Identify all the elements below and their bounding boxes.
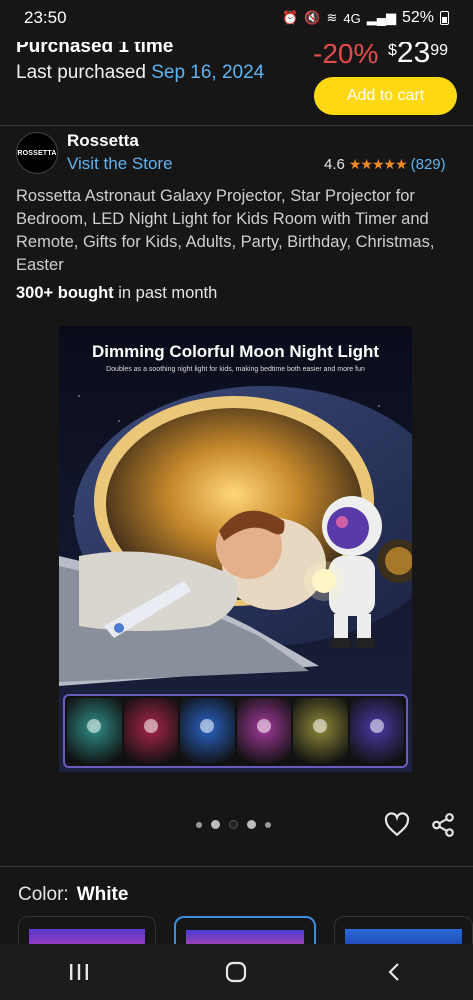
bought-count: 300+ bought in past month bbox=[16, 284, 217, 303]
rating-count: (829) bbox=[410, 156, 446, 173]
visit-store-link[interactable]: Visit the Store bbox=[67, 154, 173, 174]
status-icons: ⏰ 🔇 ≋ 4G ▂▄▆ 52% bbox=[282, 9, 449, 27]
price: $2399 bbox=[388, 36, 449, 70]
wifi-icon: ≋ bbox=[326, 10, 338, 25]
color-selector: Color: White bbox=[18, 884, 128, 906]
seller-logo[interactable]: ROSSETTA bbox=[16, 132, 58, 174]
home-icon bbox=[226, 961, 247, 983]
price-fraction: 99 bbox=[430, 42, 449, 59]
star-rating-icon: ★★★★★ bbox=[348, 156, 408, 172]
last-purchased: Last purchased Sep 16, 2024 bbox=[16, 62, 264, 84]
color-mode-thumb bbox=[123, 698, 178, 764]
last-purchased-label: Last purchased bbox=[16, 62, 146, 83]
signal-icon: ▂▄▆ bbox=[366, 10, 396, 25]
purchased-times: Purchased 1 time bbox=[16, 36, 174, 57]
carousel-dot[interactable] bbox=[196, 821, 202, 828]
carousel-dot[interactable] bbox=[229, 820, 238, 829]
back-button[interactable] bbox=[374, 952, 414, 992]
battery-icon bbox=[440, 11, 449, 25]
status-bar: 23:50 ⏰ 🔇 ≋ 4G ▂▄▆ 52% bbox=[0, 0, 473, 36]
image-title: Dimming Colorful Moon Night Light bbox=[91, 342, 380, 361]
back-icon bbox=[388, 963, 399, 981]
bought-count-bold: 300+ bought bbox=[16, 284, 114, 302]
battery-label: 52% bbox=[401, 9, 434, 26]
color-mode-strip bbox=[63, 694, 408, 768]
image-subtitle: Doubles as a soothing night light for ki… bbox=[106, 366, 365, 373]
last-purchased-date[interactable]: Sep 16, 2024 bbox=[151, 62, 264, 83]
price-whole: 23 bbox=[396, 36, 431, 69]
rating-value: 4.6 bbox=[324, 156, 345, 173]
divider bbox=[0, 125, 473, 126]
color-mode-thumb bbox=[349, 698, 404, 764]
mute-icon: 🔇 bbox=[304, 10, 321, 25]
carousel-dots[interactable] bbox=[196, 820, 271, 829]
discount-label: -20% bbox=[313, 38, 379, 69]
divider bbox=[0, 866, 473, 867]
seller-logo-text: ROSSETTA bbox=[17, 149, 57, 157]
home-button[interactable] bbox=[216, 952, 256, 992]
color-mode-thumb bbox=[236, 698, 291, 764]
heart-icon[interactable] bbox=[384, 812, 410, 838]
carousel-dot[interactable] bbox=[211, 820, 220, 829]
recents-icon bbox=[69, 964, 88, 980]
color-value: White bbox=[76, 884, 129, 905]
recents-button[interactable] bbox=[59, 952, 99, 992]
status-time: 23:50 bbox=[24, 8, 67, 27]
color-mode-thumb bbox=[293, 698, 348, 764]
add-to-cart-button[interactable]: Add to cart bbox=[314, 77, 457, 115]
system-nav-bar bbox=[0, 944, 473, 1000]
purchase-strip: Purchased 1 time Last purchased Sep 16, … bbox=[0, 36, 473, 124]
product-image[interactable]: Dimming Colorful Moon Night Light Double… bbox=[59, 326, 412, 772]
price-currency: $ bbox=[388, 42, 397, 59]
alarm-icon: ⏰ bbox=[282, 10, 299, 25]
bought-count-rest: in past month bbox=[113, 284, 218, 302]
color-mode-thumb bbox=[180, 698, 235, 764]
carousel-dot[interactable] bbox=[247, 820, 256, 829]
color-mode-thumb bbox=[67, 698, 122, 764]
network-label: 4G bbox=[343, 10, 361, 26]
carousel-dot[interactable] bbox=[265, 821, 271, 828]
rating[interactable]: 4.6 ★★★★★ (829) bbox=[324, 156, 446, 173]
seller-name: Rossetta bbox=[67, 131, 139, 150]
share-icon[interactable] bbox=[430, 812, 456, 838]
color-label: Color: bbox=[18, 884, 69, 905]
product-title: Rossetta Astronaut Galaxy Projector, Sta… bbox=[16, 187, 435, 274]
